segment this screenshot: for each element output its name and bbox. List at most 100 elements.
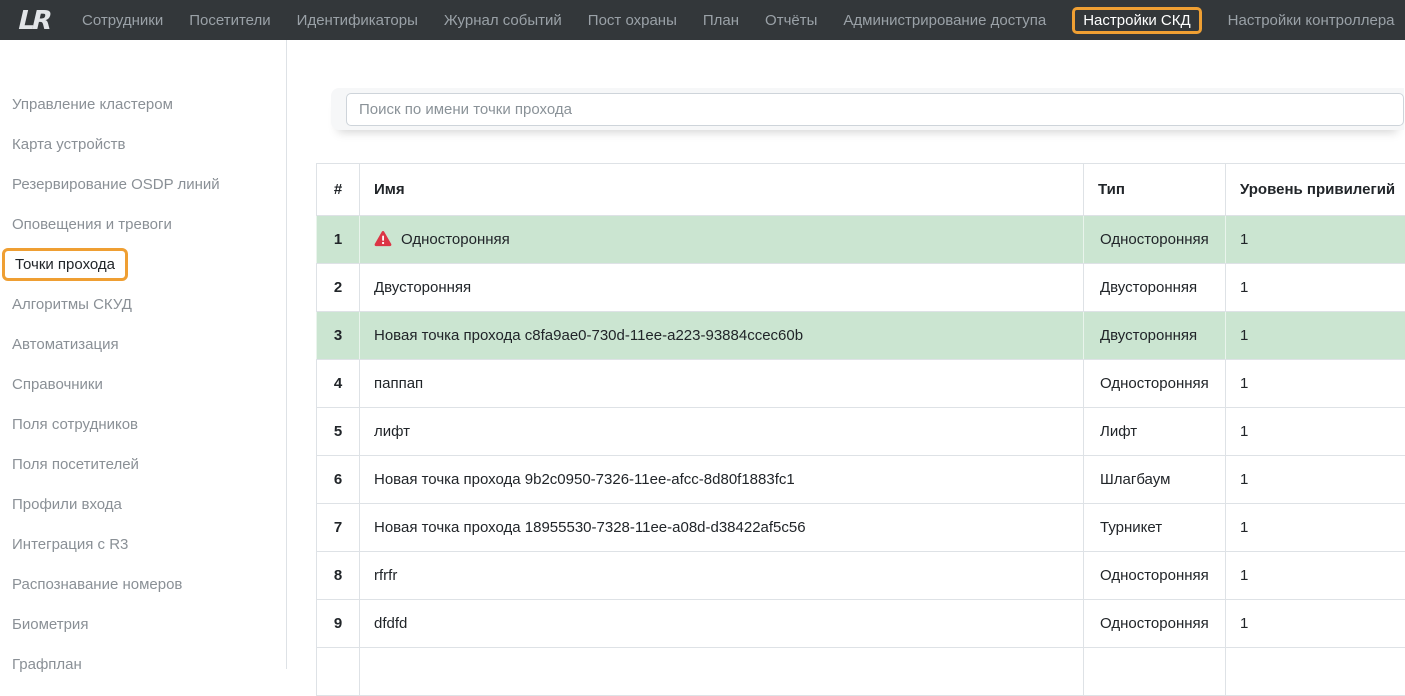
sidebar-item-pill: Карта устройств xyxy=(12,136,125,153)
row-type: Шлагбаум xyxy=(1084,456,1226,504)
row-number: 3 xyxy=(317,312,360,360)
row-type: Лифт xyxy=(1084,408,1226,456)
sidebar-item-label: Интеграция с R3 xyxy=(12,536,128,553)
table-row[interactable] xyxy=(317,648,1405,696)
svg-text:LR: LR xyxy=(15,6,55,35)
row-name xyxy=(360,648,1084,696)
table-row[interactable]: 5 лифт Лифт 1 xyxy=(317,408,1405,456)
sidebar-item[interactable]: Справочники xyxy=(0,364,286,404)
sidebar-item[interactable]: Поля посетителей xyxy=(0,444,286,484)
row-privilege: 1 xyxy=(1226,408,1405,456)
row-number: 6 xyxy=(317,456,360,504)
sidebar-item-label: Поля сотрудников xyxy=(12,416,138,433)
nav-item[interactable]: Посетители xyxy=(189,9,270,32)
nav-item[interactable]: Настройки контроллера xyxy=(1228,9,1395,32)
sidebar-item[interactable]: Управление кластером xyxy=(0,84,286,124)
sidebar-item[interactable]: Резервирование OSDP линий xyxy=(0,164,286,204)
sidebar-item-label: Оповещения и тревоги xyxy=(12,216,172,233)
table-row[interactable]: 1 Односторонняя Односторонняя 1 xyxy=(317,216,1405,264)
table-row[interactable]: 7 Новая точка прохода 18955530-7328-11ee… xyxy=(317,504,1405,552)
row-name: паппап xyxy=(360,360,1084,408)
sidebar-item-pill: Автоматизация xyxy=(12,336,119,353)
row-name-text: Новая точка прохода c8fa9ae0-730d-11ee-a… xyxy=(374,327,803,344)
sidebar-item-pill: Биометрия xyxy=(12,616,88,633)
sidebar-item[interactable]: Биометрия xyxy=(0,604,286,644)
search-panel xyxy=(331,88,1404,130)
nav-item[interactable]: Идентификаторы xyxy=(297,9,418,32)
sidebar-item[interactable]: Интеграция с R3 xyxy=(0,524,286,564)
sidebar-item-pill: Алгоритмы СКУД xyxy=(12,296,132,313)
sidebar-item-label: Биометрия xyxy=(12,616,88,633)
nav-item[interactable]: Администрирование доступа xyxy=(843,9,1046,32)
row-number: 4 xyxy=(317,360,360,408)
page-content: Управление кластером Карта устройств Рез… xyxy=(0,40,1405,669)
warning-icon xyxy=(374,229,392,250)
row-privilege: 1 xyxy=(1226,456,1405,504)
row-type: Односторонняя xyxy=(1084,216,1226,264)
row-privilege: 1 xyxy=(1226,216,1405,264)
table-header-row: # Имя Тип Уровень привилегий xyxy=(317,164,1405,216)
sidebar-item[interactable]: Распознавание номеров xyxy=(0,564,286,604)
row-name-text: rfrfr xyxy=(374,567,397,584)
row-type: Двусторонняя xyxy=(1084,312,1226,360)
search-input[interactable] xyxy=(346,93,1404,126)
row-number: 1 xyxy=(317,216,360,264)
nav-item-label: Настройки контроллера xyxy=(1228,12,1395,29)
sidebar-item[interactable]: Оповещения и тревоги xyxy=(0,204,286,244)
row-number: 9 xyxy=(317,600,360,648)
table-row[interactable]: 6 Новая точка прохода 9b2c0950-7326-11ee… xyxy=(317,456,1405,504)
sidebar-item-label: Точки прохода xyxy=(15,256,115,273)
sidebar-item-pill: Поля посетителей xyxy=(12,456,139,473)
nav-item[interactable]: Журнал событий xyxy=(444,9,562,32)
row-privilege: 1 xyxy=(1226,552,1405,600)
row-privilege: 1 xyxy=(1226,312,1405,360)
sidebar: Управление кластером Карта устройств Рез… xyxy=(0,40,287,669)
nav-item[interactable]: Пост охраны xyxy=(588,9,677,32)
sidebar-item-pill: Интеграция с R3 xyxy=(12,536,128,553)
row-type: Односторонняя xyxy=(1084,552,1226,600)
sidebar-item[interactable]: Карта устройств xyxy=(0,124,286,164)
nav-item-label: Идентификаторы xyxy=(297,12,418,29)
sidebar-item-pill: Резервирование OSDP линий xyxy=(12,176,220,193)
nav-item-label: Журнал событий xyxy=(444,12,562,29)
column-header-name: Имя xyxy=(360,164,1084,216)
column-header-number: # xyxy=(317,164,360,216)
row-name: Новая точка прохода 9b2c0950-7326-11ee-a… xyxy=(360,456,1084,504)
sidebar-item-label: Алгоритмы СКУД xyxy=(12,296,132,313)
table-row[interactable]: 3 Новая точка прохода c8fa9ae0-730d-11ee… xyxy=(317,312,1405,360)
nav-item-label: План xyxy=(703,12,739,29)
table-row[interactable]: 4 паппап Односторонняя 1 xyxy=(317,360,1405,408)
row-privilege: 1 xyxy=(1226,600,1405,648)
nav-item[interactable]: Настройки СКД xyxy=(1072,7,1201,34)
sidebar-item[interactable]: Графплан xyxy=(0,644,286,684)
sidebar-item[interactable]: Профили входа xyxy=(0,484,286,524)
nav-item-label: Отчёты xyxy=(765,12,817,29)
row-number: 7 xyxy=(317,504,360,552)
nav-item[interactable]: План xyxy=(703,9,739,32)
sidebar-item[interactable]: Поля сотрудников xyxy=(0,404,286,444)
nav-item-label: Пост охраны xyxy=(588,12,677,29)
row-name-text: лифт xyxy=(374,423,410,440)
sidebar-item-pill: Профили входа xyxy=(12,496,122,513)
row-name-text: Односторонняя xyxy=(401,231,510,248)
nav-items: Сотрудники Посетители Идентификаторы Журнал… xyxy=(82,7,1395,34)
sidebar-item[interactable]: Точки прохода xyxy=(0,244,286,284)
sidebar-item[interactable]: Автоматизация xyxy=(0,324,286,364)
table-row[interactable]: 8 rfrfr Односторонняя 1 xyxy=(317,552,1405,600)
row-name-text: Новая точка прохода 9b2c0950-7326-11ee-a… xyxy=(374,471,795,488)
sidebar-item[interactable]: Алгоритмы СКУД xyxy=(0,284,286,324)
table-row[interactable]: 9 dfdfd Односторонняя 1 xyxy=(317,600,1405,648)
row-type: Турникет xyxy=(1084,504,1226,552)
sidebar-item-label: Справочники xyxy=(12,376,103,393)
nav-item[interactable]: Отчёты xyxy=(765,9,817,32)
table-row[interactable]: 2 Двусторонняя Двусторонняя 1 xyxy=(317,264,1405,312)
row-privilege: 1 xyxy=(1226,504,1405,552)
sidebar-item-label: Распознавание номеров xyxy=(12,576,182,593)
column-header-type: Тип xyxy=(1084,164,1226,216)
app-logo-icon[interactable]: LR xyxy=(14,5,60,35)
sidebar-item-label: Поля посетителей xyxy=(12,456,139,473)
sidebar-item-label: Резервирование OSDP линий xyxy=(12,176,220,193)
sidebar-item-label: Управление кластером xyxy=(12,96,173,113)
nav-item[interactable]: Сотрудники xyxy=(82,9,163,32)
row-name: Новая точка прохода 18955530-7328-11ee-a… xyxy=(360,504,1084,552)
